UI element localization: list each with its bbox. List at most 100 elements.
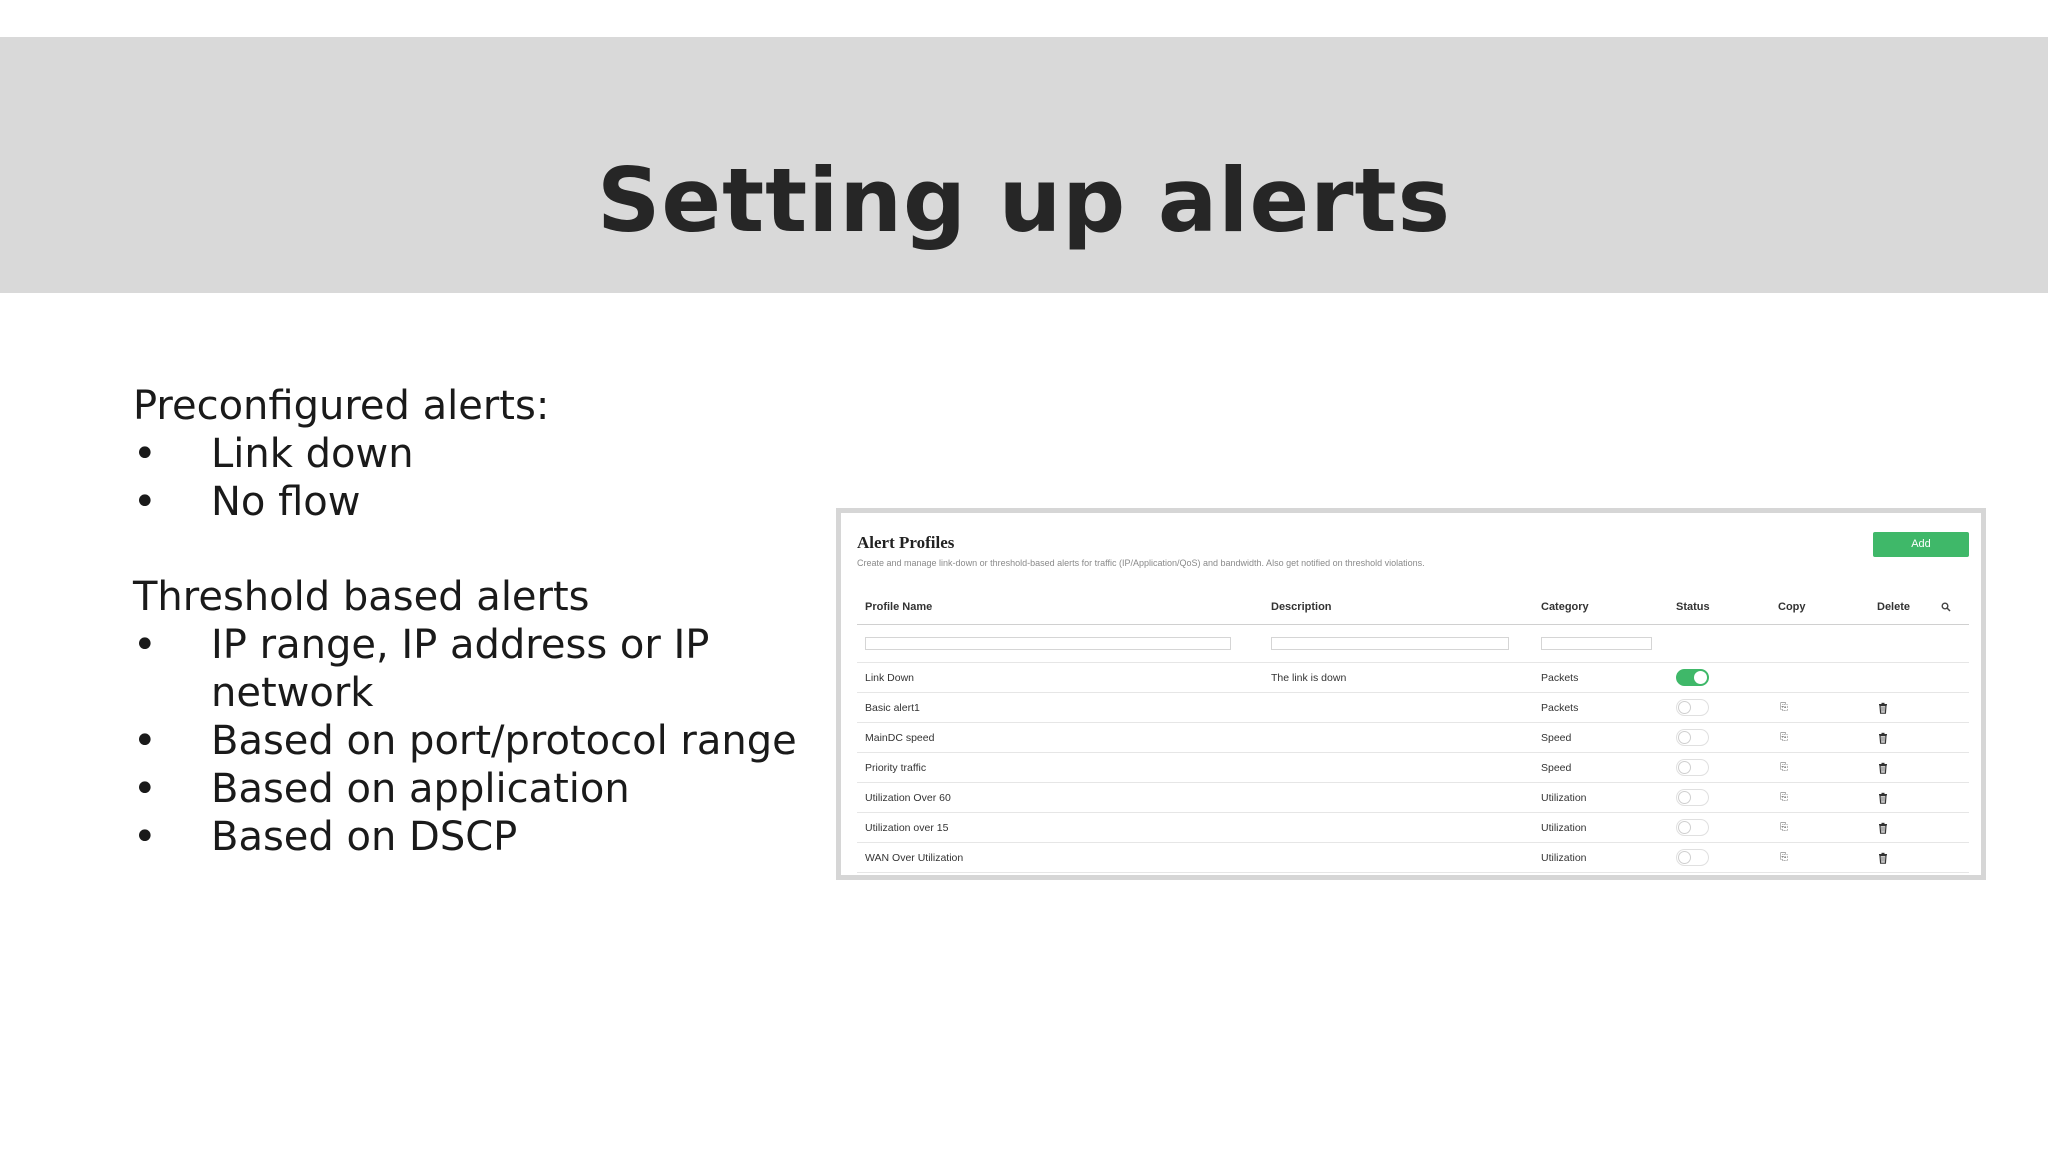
copy-cell: ⎘: [1778, 813, 1788, 842]
column-header-delete: Delete: [1877, 600, 1911, 613]
column-header-copy: Copy: [1778, 600, 1806, 613]
delete-cell: [1877, 693, 1889, 722]
delete-cell: [1877, 783, 1889, 812]
filter-cell-name: [865, 625, 1231, 662]
panel-title: Alert Profiles: [857, 533, 955, 552]
slide-title: Setting up alerts: [597, 149, 1451, 252]
profile-name[interactable]: Utilization over 15: [865, 813, 948, 842]
toggle-knob: [1678, 731, 1691, 744]
table-row: Utilization over 15 Utilization ⎘: [857, 813, 1969, 843]
list-item: • IP range, IP address or IP network: [133, 621, 833, 717]
list-item: • Link down: [133, 430, 833, 478]
bullet-icon: •: [133, 766, 157, 812]
trash-icon[interactable]: [1877, 852, 1889, 864]
profile-category: Utilization: [1541, 821, 1587, 834]
table-row: Utilization Over 60 Utilization ⎘: [857, 783, 1969, 813]
status-toggle[interactable]: [1676, 729, 1709, 746]
trash-icon[interactable]: [1877, 732, 1889, 744]
profile-category: Speed: [1541, 731, 1572, 744]
status-toggle[interactable]: [1676, 819, 1709, 836]
trash-icon[interactable]: [1877, 792, 1889, 804]
toggle-knob: [1678, 761, 1691, 774]
category-filter-input[interactable]: [1541, 637, 1652, 650]
copy-cell: ⎘: [1778, 723, 1788, 752]
table-row: WAN Over Utilization Utilization ⎘: [857, 843, 1969, 873]
filter-cell-description: [1271, 625, 1509, 662]
toggle-knob: [1678, 851, 1691, 864]
profile-name[interactable]: Utilization Over 60: [865, 783, 951, 812]
list-item-text: Link down: [211, 431, 414, 477]
profile-name[interactable]: Link Down: [865, 663, 914, 692]
bullet-icon: •: [133, 479, 157, 525]
status-cell: [1676, 723, 1709, 752]
copy-icon[interactable]: ⎘: [1780, 822, 1788, 833]
table-body: Link Down The link is down Packets Basic al…: [857, 663, 1969, 873]
list-item: • Based on DSCP: [133, 813, 833, 861]
status-cell: [1676, 843, 1709, 872]
notes-heading-threshold: Threshold based alerts: [133, 574, 590, 620]
preconfigured-list: • Link down • No flow: [133, 430, 833, 526]
status-toggle[interactable]: [1676, 669, 1709, 686]
panel-subtitle: Create and manage link-down or threshold…: [857, 558, 1425, 568]
delete-cell: [1877, 813, 1889, 842]
copy-icon[interactable]: ⎘: [1780, 702, 1788, 713]
trash-icon[interactable]: [1877, 702, 1889, 714]
profile-category: Packets: [1541, 671, 1579, 684]
profile-category: Packets: [1541, 701, 1579, 714]
description-filter-input[interactable]: [1271, 637, 1509, 650]
title-band: Setting up alerts: [0, 37, 2048, 293]
table-row: Priority traffic Speed ⎘: [857, 753, 1969, 783]
delete-cell: [1877, 723, 1889, 752]
bullet-icon: •: [133, 622, 157, 668]
column-header-category[interactable]: Category: [1541, 589, 1589, 624]
copy-icon[interactable]: ⎘: [1780, 762, 1788, 773]
search-icon[interactable]: [1941, 589, 1951, 624]
toggle-knob: [1678, 701, 1691, 714]
copy-icon[interactable]: ⎘: [1780, 792, 1788, 803]
delete-cell: [1877, 843, 1889, 872]
copy-icon[interactable]: ⎘: [1780, 852, 1788, 863]
copy-icon[interactable]: ⎘: [1780, 732, 1788, 743]
profile-name[interactable]: MainDC speed: [865, 723, 934, 752]
alert-profiles-table: Profile Name Description Category Status…: [857, 589, 1969, 873]
alert-profiles-screenshot: Alert Profiles Create and manage link-do…: [836, 508, 1986, 880]
profile-name-filter-input[interactable]: [865, 637, 1231, 650]
list-item: • No flow: [133, 478, 833, 526]
list-item-text: No flow: [211, 479, 361, 525]
status-cell: [1676, 693, 1709, 722]
column-header-description[interactable]: Description: [1271, 589, 1332, 624]
column-header-profile-name[interactable]: Profile Name: [865, 589, 932, 624]
status-cell: [1676, 813, 1709, 842]
toggle-knob: [1694, 671, 1707, 684]
status-cell: [1676, 663, 1709, 692]
status-cell: [1676, 783, 1709, 812]
filter-row: [857, 625, 1969, 663]
status-toggle[interactable]: [1676, 759, 1709, 776]
add-button[interactable]: Add: [1873, 532, 1969, 557]
profile-category: Speed: [1541, 761, 1572, 774]
copy-cell: ⎘: [1778, 843, 1788, 872]
profile-name[interactable]: WAN Over Utilization: [865, 843, 963, 872]
copy-cell: ⎘: [1778, 753, 1788, 782]
status-cell: [1676, 753, 1709, 782]
notes-heading-preconfigured: Preconfigured alerts:: [133, 383, 550, 429]
threshold-list: • IP range, IP address or IP network • Bas…: [133, 621, 833, 861]
bullet-icon: •: [133, 431, 157, 477]
bullet-icon: •: [133, 718, 157, 764]
column-header-status[interactable]: Status: [1676, 589, 1710, 624]
status-toggle[interactable]: [1676, 789, 1709, 806]
table-row: MainDC speed Speed ⎘: [857, 723, 1969, 753]
profile-category: Utilization: [1541, 851, 1587, 864]
filter-cell-category: [1541, 625, 1652, 662]
trash-icon[interactable]: [1877, 822, 1889, 834]
trash-icon[interactable]: [1877, 762, 1889, 774]
profile-name[interactable]: Basic alert1: [865, 693, 920, 722]
table-row: Basic alert1 Packets ⎘: [857, 693, 1969, 723]
profile-category: Utilization: [1541, 791, 1587, 804]
status-toggle[interactable]: [1676, 849, 1709, 866]
status-toggle[interactable]: [1676, 699, 1709, 716]
profile-name[interactable]: Priority traffic: [865, 753, 926, 782]
table-row: Link Down The link is down Packets: [857, 663, 1969, 693]
list-item-text: Based on DSCP: [211, 814, 518, 860]
list-item-text: Based on port/protocol range: [211, 718, 797, 764]
